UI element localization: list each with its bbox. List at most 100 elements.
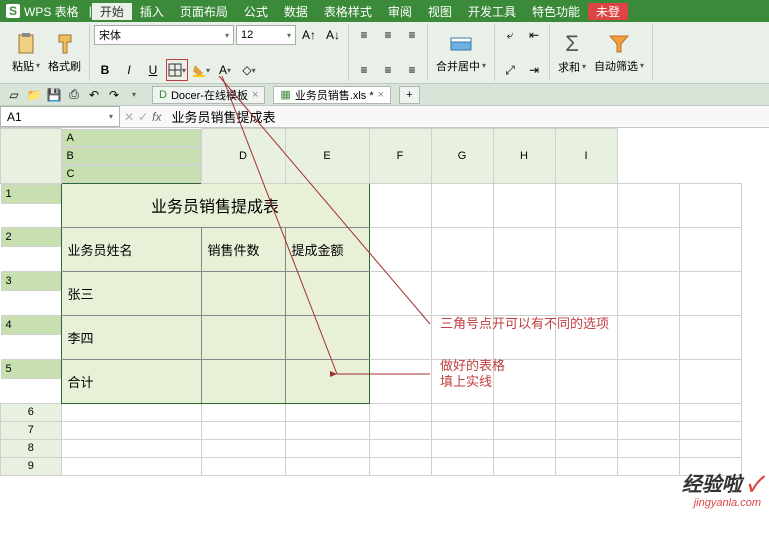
name-box[interactable]: A1 ▾ xyxy=(0,106,120,127)
indent-dec-button[interactable]: ⇤ xyxy=(523,24,545,46)
underline-button[interactable]: U xyxy=(142,59,164,81)
cell[interactable] xyxy=(617,457,679,475)
cell[interactable] xyxy=(493,359,555,403)
row-header-4[interactable]: 4 xyxy=(1,315,61,335)
row-header-7[interactable]: 7 xyxy=(1,421,62,439)
paste-button[interactable]: 粘贴▾ xyxy=(8,30,44,76)
cell[interactable] xyxy=(679,421,741,439)
cell[interactable] xyxy=(201,421,285,439)
cell[interactable] xyxy=(617,183,679,227)
cell[interactable] xyxy=(61,403,201,421)
cell[interactable] xyxy=(431,421,493,439)
cell[interactable] xyxy=(369,183,431,227)
col-header-i[interactable]: I xyxy=(555,129,617,184)
cell[interactable] xyxy=(555,403,617,421)
cell-b2[interactable]: 销售件数 xyxy=(201,227,285,271)
close-icon[interactable]: × xyxy=(252,89,258,101)
col-header-c[interactable]: C xyxy=(62,165,201,183)
cell[interactable] xyxy=(493,227,555,271)
cell[interactable] xyxy=(493,421,555,439)
cell[interactable] xyxy=(679,439,741,457)
cell[interactable] xyxy=(555,439,617,457)
cell[interactable] xyxy=(493,403,555,421)
borders-button[interactable]: ▾ xyxy=(166,59,188,81)
save-button[interactable]: 💾 xyxy=(44,86,64,104)
fontsize-select[interactable]: 12 ▾ xyxy=(236,25,296,45)
indent-inc-button[interactable]: ⇥ xyxy=(523,59,545,81)
cell-c2[interactable]: 提成金额 xyxy=(285,227,369,271)
col-header-e[interactable]: E xyxy=(285,129,369,184)
row-header-9[interactable]: 9 xyxy=(1,457,62,475)
row-header-2[interactable]: 2 xyxy=(1,227,61,247)
cell-b4[interactable] xyxy=(201,315,285,359)
col-header-f[interactable]: F xyxy=(369,129,431,184)
row-header-1[interactable]: 1 xyxy=(1,184,61,204)
cell[interactable] xyxy=(617,403,679,421)
cell[interactable] xyxy=(201,439,285,457)
cell[interactable] xyxy=(431,227,493,271)
cell[interactable] xyxy=(679,315,741,359)
cell[interactable] xyxy=(285,439,369,457)
tab-tablestyle[interactable]: 表格样式 xyxy=(316,3,380,20)
row-header-6[interactable]: 6 xyxy=(1,403,62,421)
cell[interactable] xyxy=(679,359,741,403)
tab-devtools[interactable]: 开发工具 xyxy=(460,3,524,20)
open-button[interactable]: 📁 xyxy=(24,86,44,104)
cell[interactable] xyxy=(493,271,555,315)
cell[interactable] xyxy=(369,403,431,421)
cell[interactable] xyxy=(679,227,741,271)
cell[interactable] xyxy=(431,403,493,421)
cell[interactable] xyxy=(493,315,555,359)
cell[interactable] xyxy=(679,403,741,421)
cell-a2[interactable]: 业务员姓名 xyxy=(61,227,201,271)
cell[interactable] xyxy=(617,271,679,315)
cell[interactable] xyxy=(555,421,617,439)
cell[interactable] xyxy=(431,271,493,315)
cell-b5[interactable] xyxy=(201,359,285,403)
cell[interactable] xyxy=(555,315,617,359)
cell[interactable] xyxy=(617,359,679,403)
bold-button[interactable]: B xyxy=(94,59,116,81)
decrease-font-button[interactable]: A↓ xyxy=(322,24,344,46)
qat-more-button[interactable]: ▾ xyxy=(124,86,144,104)
cell-c4[interactable] xyxy=(285,315,369,359)
cell[interactable] xyxy=(555,183,617,227)
doc-tab-docer[interactable]: D Docer-在线模板 × xyxy=(152,86,265,104)
cell[interactable] xyxy=(201,457,285,475)
cell[interactable] xyxy=(555,227,617,271)
col-header-d[interactable]: D xyxy=(201,129,285,184)
cell[interactable] xyxy=(431,439,493,457)
tab-review[interactable]: 审阅 xyxy=(380,3,420,20)
cell[interactable] xyxy=(369,421,431,439)
cell-a3[interactable]: 张三 xyxy=(61,271,201,315)
autofilter-button[interactable]: 自动筛选▾ xyxy=(590,30,648,76)
col-header-g[interactable]: G xyxy=(431,129,493,184)
wrap-text-button[interactable]: ⤶ xyxy=(499,24,521,46)
col-header-a[interactable]: A xyxy=(62,129,201,147)
font-select[interactable]: 宋体 ▾ xyxy=(94,25,234,45)
cell[interactable] xyxy=(617,227,679,271)
align-middle-button[interactable]: ≡ xyxy=(377,24,399,46)
font-color-button[interactable]: A▾ xyxy=(214,59,236,81)
cell[interactable] xyxy=(285,457,369,475)
align-bottom-button[interactable]: ≡ xyxy=(401,24,423,46)
italic-button[interactable]: I xyxy=(118,59,140,81)
cell[interactable] xyxy=(369,439,431,457)
tab-start[interactable]: 开始 xyxy=(92,3,132,20)
align-top-button[interactable]: ≡ xyxy=(353,24,375,46)
tab-insert[interactable]: 插入 xyxy=(132,3,172,20)
col-header-h[interactable]: H xyxy=(493,129,555,184)
tab-login[interactable]: 未登 xyxy=(588,3,628,20)
cell-a4[interactable]: 李四 xyxy=(61,315,201,359)
cell[interactable] xyxy=(369,315,431,359)
cell[interactable] xyxy=(431,457,493,475)
cell[interactable] xyxy=(617,421,679,439)
cell[interactable] xyxy=(61,421,201,439)
align-left-button[interactable]: ≡ xyxy=(353,59,375,81)
row-header-3[interactable]: 3 xyxy=(1,271,61,291)
new-tab-button[interactable]: + xyxy=(399,86,419,104)
sum-button[interactable]: Σ 求和▾ xyxy=(554,29,590,77)
cell[interactable] xyxy=(617,439,679,457)
cell[interactable] xyxy=(369,227,431,271)
cell[interactable] xyxy=(617,315,679,359)
